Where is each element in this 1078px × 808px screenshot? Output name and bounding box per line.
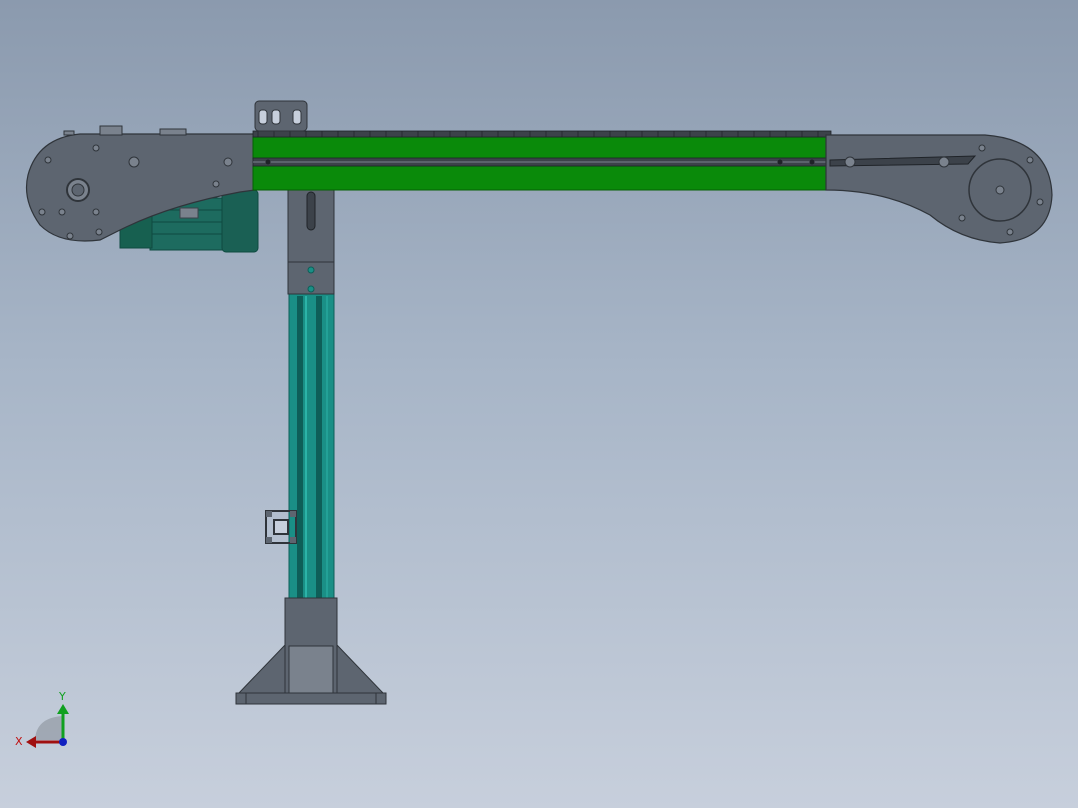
z-axis-dot — [59, 738, 67, 746]
belt-lower-band — [252, 165, 827, 191]
housing-bolt — [44, 156, 52, 164]
belt-top-edge — [252, 130, 832, 138]
cad-viewport[interactable]: Y X — [0, 0, 1078, 808]
coordinate-triad: Y X — [15, 690, 69, 748]
leg-foot-plate — [235, 692, 387, 705]
bracket-slot — [306, 191, 316, 231]
housing-bolt — [38, 208, 46, 216]
y-axis-label: Y — [58, 690, 66, 703]
idler-bolt — [844, 156, 856, 168]
housing-bolt — [58, 208, 66, 216]
top-fitting — [99, 125, 123, 136]
triad-plane — [35, 716, 62, 740]
housing-bolt — [212, 180, 220, 188]
guide-clamp[interactable] — [254, 100, 308, 132]
leg-extrusion-slot-left — [297, 296, 303, 598]
idler-shaft — [995, 185, 1005, 195]
idler-bolt — [1026, 156, 1034, 164]
leg-base-gusset-left — [236, 643, 286, 695]
belt-upper-band — [252, 136, 827, 160]
motor-end-cap — [221, 189, 259, 253]
idler-bolt — [1036, 198, 1044, 206]
idler-bolt — [938, 156, 950, 168]
idler-end-housing[interactable] — [825, 134, 1053, 244]
housing-bolt — [92, 144, 100, 152]
leg-base-gusset-right — [336, 643, 386, 695]
bracket-bolt — [307, 285, 315, 293]
leg-extrusion-slot-right — [316, 296, 322, 598]
x-axis-label: X — [15, 735, 23, 748]
conveyor-assembly-drawing: Y X — [15, 100, 1053, 748]
housing-bolt — [66, 232, 74, 240]
idler-bolt — [978, 144, 986, 152]
top-fitting — [159, 128, 187, 136]
housing-bolt — [223, 157, 233, 167]
conveyor-belt[interactable] — [252, 130, 832, 191]
bracket-bolt — [307, 266, 315, 274]
idler-bolt — [1006, 228, 1014, 236]
housing-bolt — [92, 208, 100, 216]
idler-bolt — [958, 214, 966, 222]
housing-bolt — [95, 228, 103, 236]
housing-bolt — [128, 156, 140, 168]
